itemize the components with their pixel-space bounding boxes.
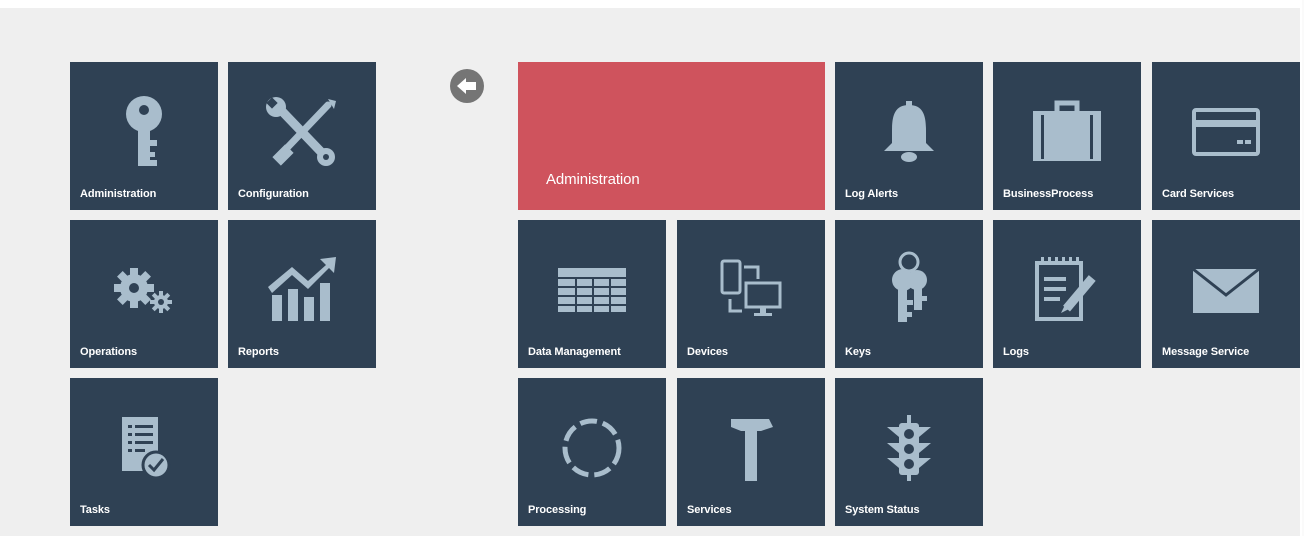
back-arrow-icon xyxy=(450,69,484,103)
tile-label: Data Management xyxy=(528,346,621,358)
tile-label: Reports xyxy=(238,346,279,358)
tile-processing[interactable]: Processing xyxy=(518,378,666,526)
tile-services[interactable]: Services xyxy=(677,378,825,526)
section-title: Administration xyxy=(546,171,640,188)
tile-operations[interactable]: Operations xyxy=(70,220,218,368)
traffic-light-icon xyxy=(835,400,983,496)
table-grid-icon xyxy=(518,242,666,338)
tile-label: Logs xyxy=(1003,346,1029,358)
tile-label: Tasks xyxy=(80,504,110,516)
hammer-icon xyxy=(677,400,825,496)
envelope-icon xyxy=(1152,242,1300,338)
bar-chart-trend-icon xyxy=(228,242,376,338)
tile-label: Card Services xyxy=(1162,188,1235,200)
devices-icon xyxy=(677,242,825,338)
back-button[interactable] xyxy=(449,68,485,104)
tile-system-status[interactable]: System Status xyxy=(835,378,983,526)
tile-devices[interactable]: Devices xyxy=(677,220,825,368)
tile-configuration[interactable]: Configuration xyxy=(228,62,376,210)
tile-tasks[interactable]: Tasks xyxy=(70,378,218,526)
wrench-screwdriver-icon xyxy=(228,84,376,180)
tile-keys[interactable]: Keys xyxy=(835,220,983,368)
notepad-pencil-icon xyxy=(993,242,1141,338)
briefcase-icon xyxy=(993,84,1141,180)
tile-administration[interactable]: Administration xyxy=(70,62,218,210)
tile-log-alerts[interactable]: Log Alerts xyxy=(835,62,983,210)
tile-administration-header[interactable]: Administration xyxy=(518,62,825,210)
keyring-icon xyxy=(835,242,983,338)
tile-label: Message Service xyxy=(1162,346,1250,358)
tile-card-services[interactable]: Card Services xyxy=(1152,62,1300,210)
tile-label: Keys xyxy=(845,346,871,358)
key-icon xyxy=(70,84,218,180)
tile-label: BusinessProcess xyxy=(1003,188,1094,200)
bell-icon xyxy=(835,84,983,180)
gears-icon xyxy=(70,242,218,338)
dashed-circle-icon xyxy=(518,400,666,496)
tile-logs[interactable]: Logs xyxy=(993,220,1141,368)
tile-reports[interactable]: Reports xyxy=(228,220,376,368)
tile-label: Services xyxy=(687,504,732,516)
tile-label: System Status xyxy=(845,504,920,516)
tile-label: Configuration xyxy=(238,188,309,200)
credit-card-icon xyxy=(1152,84,1300,180)
tile-label: Operations xyxy=(80,346,138,358)
dashboard-canvas: Administration Configuration Operations … xyxy=(0,8,1300,536)
tile-business-process[interactable]: BusinessProcess xyxy=(993,62,1141,210)
tile-label: Log Alerts xyxy=(845,188,898,200)
tile-label: Administration xyxy=(80,188,157,200)
tile-message-service[interactable]: Message Service xyxy=(1152,220,1300,368)
tile-data-management[interactable]: Data Management xyxy=(518,220,666,368)
tile-label: Devices xyxy=(687,346,728,358)
task-checklist-icon xyxy=(70,400,218,496)
tile-label: Processing xyxy=(528,504,587,516)
